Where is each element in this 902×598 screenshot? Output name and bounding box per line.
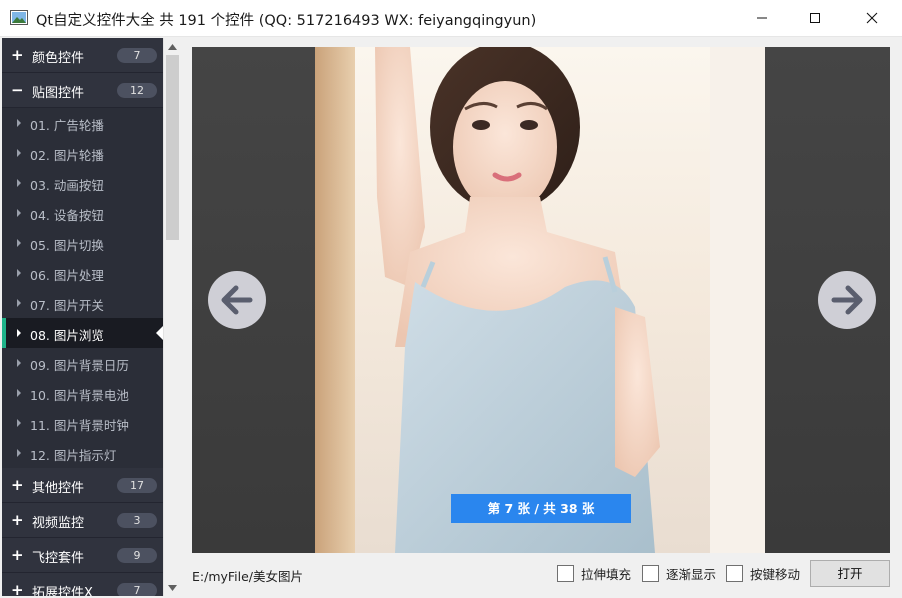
nav-group-label: 颜色控件 [32,51,85,66]
nav-item-label: 08. 图片浏览 [30,328,104,343]
count-badge: 7 [117,583,157,596]
caret-right-icon [17,209,21,217]
minimize-button[interactable] [739,0,785,36]
app-image-icon [10,10,28,25]
image-viewer[interactable]: 第 7 张 / 共 38 张 [192,47,890,553]
nav-group-others[interactable]: + 其他控件 17 [2,468,163,503]
nav-item-device-button[interactable]: 04. 设备按钮 [2,198,163,228]
count-badge: 3 [117,513,157,528]
close-icon [866,12,878,24]
title-bar: Qt自定义控件大全 共 191 个控件 (QQ: 517216493 WX: f… [0,0,902,37]
checkbox-label: 拉伸填充 [581,567,632,582]
nav-item-label: 05. 图片切换 [30,238,104,253]
count-badge: 7 [117,48,157,63]
nav-item-image-battery[interactable]: 10. 图片背景电池 [2,378,163,408]
nav-item-image-switch[interactable]: 05. 图片切换 [2,228,163,258]
caret-right-icon [17,149,21,157]
nav-group-label: 贴图控件 [32,86,85,101]
checkbox-box[interactable] [642,565,659,582]
nav-group-label: 拓展控件X [32,586,93,596]
nav-group-label: 飞控套件 [32,551,85,566]
nav-item-label: 02. 图片轮播 [30,148,104,163]
collapse-icon: − [11,81,24,99]
photo [315,47,765,553]
nav-item-image-light[interactable]: 12. 图片指示灯 [2,438,163,468]
sidebar-scrollbar[interactable] [163,38,181,596]
nav-item-image-browser[interactable]: 08. 图片浏览 [2,318,163,348]
nav-item-image-carousel[interactable]: 02. 图片轮播 [2,138,163,168]
next-image-button[interactable] [818,271,876,329]
triangle-down-icon [168,584,177,591]
caret-right-icon [17,359,21,367]
scroll-down-button[interactable] [164,579,181,596]
checkbox-stretch-fill[interactable]: 拉伸填充 [557,564,631,583]
expand-icon: + [11,581,24,596]
triangle-up-icon [168,43,177,50]
nav-item-label: 01. 广告轮播 [30,118,104,133]
nav-item-label: 12. 图片指示灯 [30,448,117,463]
arrow-right-icon [831,285,863,315]
nav-item-label: 04. 设备按钮 [30,208,104,223]
checkbox-key-move[interactable]: 按键移动 [726,564,800,583]
expand-icon: + [11,546,24,564]
count-badge: 9 [117,548,157,563]
nav-group-label: 其他控件 [32,481,85,496]
nav-item-label: 11. 图片背景时钟 [30,418,129,433]
window-title: Qt自定义控件大全 共 191 个控件 (QQ: 517216493 WX: f… [36,13,537,29]
nav-group-extensions[interactable]: + 拓展控件X 7 [2,573,163,596]
caret-right-icon [17,299,21,307]
folder-path: E:/myFile/美女图片 [192,569,304,584]
caret-right-icon [17,239,21,247]
nav-item-label: 07. 图片开关 [30,298,104,313]
caret-right-icon [17,179,21,187]
nav-item-label: 06. 图片处理 [30,268,104,283]
expand-icon: + [11,511,24,529]
scroll-thumb[interactable] [166,55,179,240]
scroll-up-button[interactable] [164,38,181,55]
minimize-icon [757,17,767,19]
count-badge: 12 [117,83,157,98]
checkbox-box[interactable] [557,565,574,582]
open-button[interactable]: 打开 [810,560,890,587]
nav-item-image-processing[interactable]: 06. 图片处理 [2,258,163,288]
nav-item-label: 10. 图片背景电池 [30,388,129,403]
checkbox-label: 逐渐显示 [666,567,717,582]
nav-group-colors[interactable]: + 颜色控件 7 [2,38,163,73]
prev-image-button[interactable] [208,271,266,329]
nav-item-ad-carousel[interactable]: 01. 广告轮播 [2,108,163,138]
maximize-icon [810,13,820,23]
caret-right-icon [17,119,21,127]
nav-item-image-toggle[interactable]: 07. 图片开关 [2,288,163,318]
nav-item-label: 03. 动画按钮 [30,178,104,193]
nav-group-images[interactable]: − 贴图控件 12 [2,73,163,108]
active-indicator [2,318,6,348]
nav-item-label: 09. 图片背景日历 [30,358,129,373]
count-badge: 17 [117,478,157,493]
sidebar-nav: + 颜色控件 7 − 贴图控件 12 01. 广告轮播 02. 图片轮播 03.… [2,38,163,596]
caret-right-icon [17,329,21,337]
expand-icon: + [11,476,24,494]
caret-right-icon [17,449,21,457]
expand-icon: + [11,46,24,64]
nav-item-image-calendar[interactable]: 09. 图片背景日历 [2,348,163,378]
caret-right-icon [17,419,21,427]
arrow-left-icon [221,285,253,315]
page-indicator: 第 7 张 / 共 38 张 [451,494,631,523]
nav-group-video[interactable]: + 视频监控 3 [2,503,163,538]
checkbox-fade-in[interactable]: 逐渐显示 [642,564,716,583]
nav-item-image-clock[interactable]: 11. 图片背景时钟 [2,408,163,438]
checkbox-label: 按键移动 [750,567,801,582]
close-button[interactable] [849,0,895,36]
nav-group-flight[interactable]: + 飞控套件 9 [2,538,163,573]
nav-item-animated-button[interactable]: 03. 动画按钮 [2,168,163,198]
checkbox-box[interactable] [726,565,743,582]
caret-right-icon [17,389,21,397]
selection-notch-icon [156,326,163,340]
nav-group-label: 视频监控 [32,516,85,531]
maximize-button[interactable] [792,0,838,36]
caret-right-icon [17,269,21,277]
